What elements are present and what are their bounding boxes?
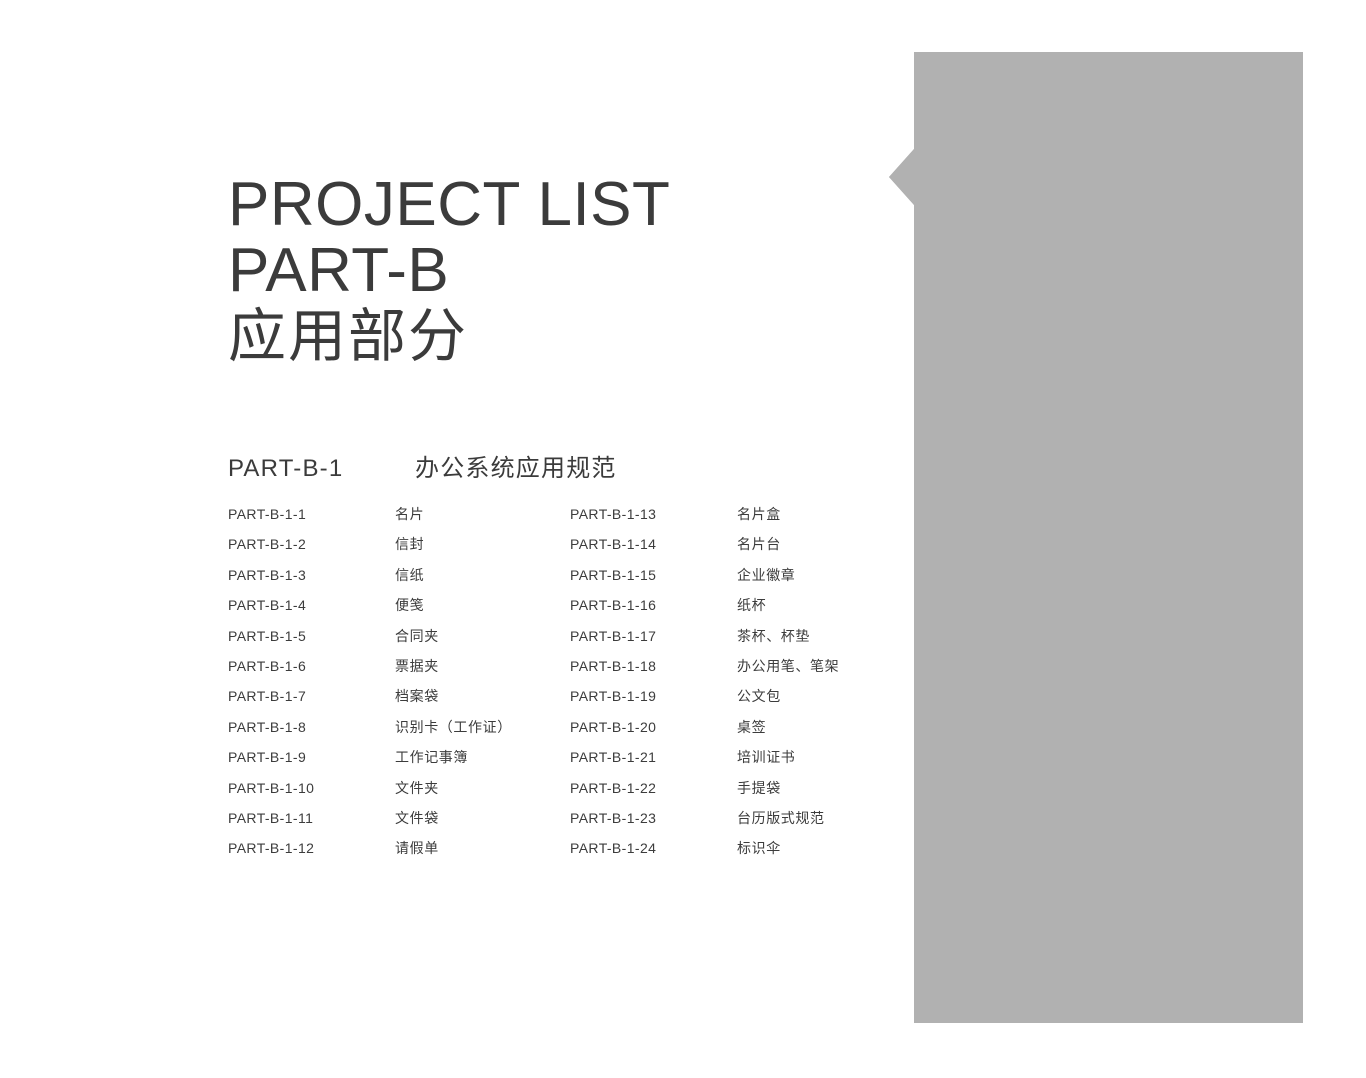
list-item: PART-B-1-3 信纸 [228, 565, 570, 595]
item-code: PART-B-1-13 [570, 506, 657, 522]
list-item: PART-B-1-18 办公用笔、笔架 [570, 656, 970, 686]
item-code: PART-B-1-1 [228, 506, 307, 522]
item-name: 标识伞 [737, 840, 781, 857]
list-item: PART-B-1-6 票据夹 [228, 656, 570, 686]
item-code: PART-B-1-8 [228, 718, 307, 735]
item-name: 便笺 [395, 597, 425, 614]
title-line-2: PART-B [228, 235, 450, 305]
title-line-1: PROJECT LIST [228, 170, 671, 239]
item-name: 信封 [395, 536, 425, 553]
item-name: 工作记事簿 [395, 749, 468, 766]
item-code: PART-B-1-2 [228, 536, 307, 553]
item-name: 桌签 [737, 718, 767, 735]
list-item: PART-B-1-7 档案袋 [228, 686, 570, 716]
page-title: PROJECT LIST PART-B 应用部分 [228, 172, 868, 370]
item-code: PART-B-1-5 [228, 627, 307, 644]
list-item: PART-B-1-14 名片台 [570, 534, 970, 564]
list-item: PART-B-1-22 手提袋 [570, 778, 970, 808]
list-item: PART-B-1-1 名片 [228, 504, 570, 534]
list-item: PART-B-1-5 合同夹 [228, 626, 570, 656]
item-name: 办公用笔、笔架 [737, 657, 840, 674]
item-name: 名片盒 [737, 506, 781, 522]
item-name: 信纸 [395, 566, 425, 583]
item-name: 企业徽章 [737, 566, 796, 583]
item-code: PART-B-1-6 [228, 657, 307, 674]
list-item: PART-B-1-19 公文包 [570, 686, 970, 716]
item-name: 台历版式规范 [737, 809, 825, 826]
section-heading-code: PART-B-1 [228, 455, 344, 482]
item-name: 培训证书 [737, 749, 796, 766]
section-heading-name: 办公系统应用规范 [415, 455, 617, 482]
list-item: PART-B-1-21 培训证书 [570, 747, 970, 777]
page-canvas: PROJECT LIST PART-B 应用部分 PART-B-1 办公系统应用… [0, 0, 1366, 1078]
item-name: 公文包 [737, 688, 781, 705]
item-name: 名片台 [737, 536, 781, 553]
item-code: PART-B-1-21 [570, 749, 657, 766]
list-item: PART-B-1-15 企业徽章 [570, 565, 970, 595]
item-name: 文件袋 [395, 809, 439, 826]
item-code: PART-B-1-12 [228, 840, 315, 857]
section-heading: PART-B-1 办公系统应用规范 [228, 448, 617, 483]
item-code: PART-B-1-24 [570, 840, 657, 857]
item-code: PART-B-1-4 [228, 597, 307, 614]
item-code: PART-B-1-23 [570, 809, 657, 826]
project-item-list: PART-B-1-1 名片 PART-B-1-2 信封 PART-B-1-3 信纸 P… [228, 504, 1128, 869]
list-item: PART-B-1-20 桌签 [570, 717, 970, 747]
item-code: PART-B-1-14 [570, 536, 657, 553]
item-code: PART-B-1-10 [228, 779, 315, 796]
list-item: PART-B-1-11 文件袋 [228, 808, 570, 838]
item-code: PART-B-1-16 [570, 597, 657, 614]
item-code: PART-B-1-18 [570, 657, 657, 674]
item-code: PART-B-1-7 [228, 688, 307, 705]
item-column-right: PART-B-1-13 名片盒 PART-B-1-14 名片台 PART-B-1-1… [570, 504, 970, 869]
item-code: PART-B-1-22 [570, 779, 657, 796]
list-item: PART-B-1-13 名片盒 [570, 504, 970, 534]
list-item: PART-B-1-24 标识伞 [570, 838, 970, 868]
item-code: PART-B-1-3 [228, 566, 307, 583]
list-item: PART-B-1-4 便笺 [228, 595, 570, 625]
item-name: 档案袋 [395, 688, 439, 705]
item-name: 合同夹 [395, 627, 439, 644]
list-item: PART-B-1-8 识别卡（工作证） [228, 717, 570, 747]
item-code: PART-B-1-11 [228, 809, 314, 826]
list-item: PART-B-1-9 工作记事簿 [228, 747, 570, 777]
item-name: 请假单 [395, 840, 439, 857]
item-name: 纸杯 [737, 597, 767, 614]
list-item: PART-B-1-17 茶杯、杯垫 [570, 626, 970, 656]
item-code: PART-B-1-9 [228, 749, 307, 766]
list-item: PART-B-1-16 纸杯 [570, 595, 970, 625]
list-item: PART-B-1-12 请假单 [228, 838, 570, 868]
item-name: 文件夹 [395, 779, 439, 796]
item-column-left: PART-B-1-1 名片 PART-B-1-2 信封 PART-B-1-3 信纸 P… [228, 504, 570, 869]
item-code: PART-B-1-17 [570, 627, 657, 644]
list-item: PART-B-1-10 文件夹 [228, 778, 570, 808]
item-name: 名片 [395, 506, 425, 522]
item-name: 手提袋 [737, 779, 781, 796]
item-name: 票据夹 [395, 657, 439, 674]
item-code: PART-B-1-19 [570, 688, 657, 705]
item-code: PART-B-1-15 [570, 566, 657, 583]
item-code: PART-B-1-20 [570, 718, 657, 735]
list-item: PART-B-1-23 台历版式规范 [570, 808, 970, 838]
item-name: 识别卡（工作证） [395, 718, 512, 735]
title-line-3: 应用部分 [228, 304, 469, 370]
list-item: PART-B-1-2 信封 [228, 534, 570, 564]
item-name: 茶杯、杯垫 [737, 627, 810, 644]
